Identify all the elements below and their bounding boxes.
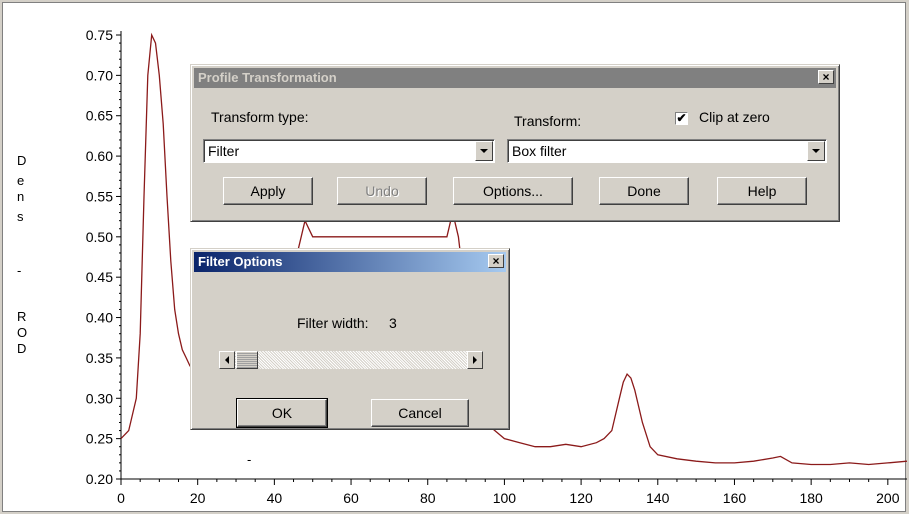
filter-dialog-title: Filter Options [198,254,283,269]
x-tick-label: 180 [799,490,823,506]
y-tick-label: 0.45 [86,269,113,285]
close-icon[interactable]: × [818,70,834,84]
options-button[interactable]: Options... [453,177,573,205]
filter-options-dialog: Filter Options × Filter width: 3 OK Canc… [190,248,510,430]
filter-width-slider[interactable] [219,351,483,369]
help-button[interactable]: Help [717,177,807,205]
y-tick-label: 0.35 [86,350,113,366]
apply-button[interactable]: Apply [223,177,313,205]
y-axis-label-letter: - [17,263,22,278]
y-tick-label: 0.50 [86,229,113,245]
clip-at-zero-label[interactable]: Clip at zero [699,109,770,125]
y-tick-label: 0.55 [86,188,113,204]
y-tick-label: 0.70 [86,67,113,83]
y-tick-label: 0.30 [86,390,113,406]
transform-value: Box filter [512,143,567,159]
y-axis-label-letter: D [17,153,27,168]
transform-type-select[interactable]: Filter [203,139,495,163]
x-tick-label: 60 [343,490,359,506]
chevron-down-icon[interactable] [475,141,493,161]
profile-transformation-dialog: Profile Transformation × Transform type:… [190,64,840,222]
y-tick-label: 0.60 [86,148,113,164]
x-tick-label: 100 [493,490,517,506]
slider-thumb[interactable] [236,351,258,369]
scroll-right-icon[interactable] [467,351,483,369]
chevron-down-icon[interactable] [807,141,825,161]
transform-type-label: Transform type: [211,109,309,125]
ok-button[interactable]: OK [236,398,328,428]
x-tick-label: 20 [190,490,206,506]
transform-type-value: Filter [208,143,240,159]
profile-dialog-title: Profile Transformation [198,70,337,85]
undo-button[interactable]: Undo [337,177,427,205]
filter-width-value: 3 [389,315,397,331]
y-axis-label-letter: R [17,309,27,324]
y-tick-label: 0.40 [86,310,113,326]
clip-at-zero-checkbox[interactable]: ✔ [675,112,688,125]
y-tick-label: 0.25 [86,431,113,447]
x-tick-label: 80 [420,490,436,506]
y-tick-label: 0.75 [86,27,113,43]
stray-mark: - [247,452,252,467]
filter-width-label: Filter width: [297,315,369,331]
y-axis-label-letter: e [17,173,25,188]
cancel-button[interactable]: Cancel [371,399,469,427]
y-axis-label-letter: s [17,209,24,224]
transform-label: Transform: [514,113,582,129]
close-icon[interactable]: × [488,254,504,268]
x-tick-label: 200 [876,490,900,506]
y-axis-label-letter: n [17,189,25,204]
y-axis-label-letter: O [17,325,28,340]
transform-select[interactable]: Box filter [507,139,827,163]
filter-dialog-titlebar[interactable]: Filter Options × [194,252,506,272]
y-tick-label: 0.65 [86,108,113,124]
x-tick-label: 0 [117,490,125,506]
x-tick-label: 140 [646,490,670,506]
x-tick-label: 160 [723,490,747,506]
y-axis-label-letter: D [17,341,27,356]
done-button[interactable]: Done [599,177,689,205]
x-tick-label: 120 [569,490,593,506]
profile-dialog-titlebar[interactable]: Profile Transformation × [194,68,836,88]
scroll-left-icon[interactable] [219,351,235,369]
y-tick-label: 0.20 [86,471,113,487]
x-tick-label: 40 [267,490,283,506]
